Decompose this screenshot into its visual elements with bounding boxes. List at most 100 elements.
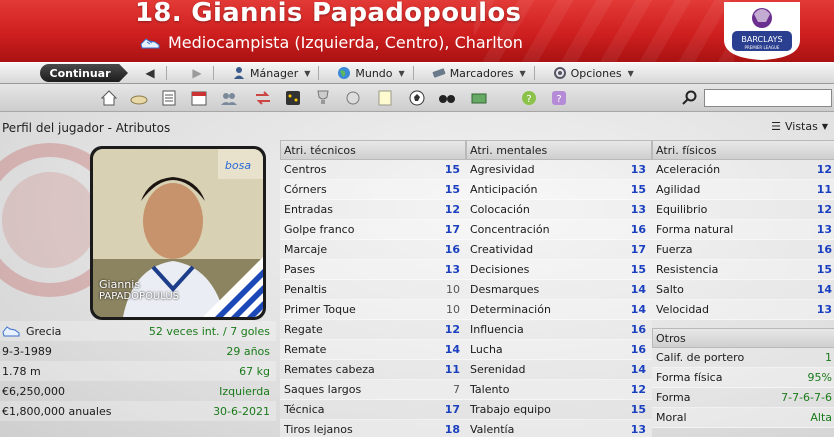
player-summary-panel: bosa Giannis PAPADOPOULUS Grecia 52 vece… (0, 140, 276, 437)
player-photo: bosa Giannis PAPADOPOULUS (93, 149, 263, 317)
finances-icon[interactable] (470, 89, 488, 107)
attribute-row: Primer Toque 10 (280, 300, 466, 320)
wage: €1,800,000 anuales (2, 404, 112, 418)
info-row-body: 1.78 m 67 kg (0, 361, 276, 381)
notes-icon[interactable] (376, 89, 394, 107)
preferred-foot: Izquierda (219, 384, 270, 398)
attribute-row: Concentración 16 (466, 220, 652, 240)
attribute-row: Agresividad 13 (466, 160, 652, 180)
chevron-down-icon: ▼ (821, 122, 828, 131)
attribute-row: Influencia 16 (466, 320, 652, 340)
physical-header: Atri. físicos (652, 140, 834, 160)
inbox-icon[interactable] (130, 89, 148, 107)
menu-options-label: Opciones (570, 66, 622, 80)
attribute-row: Córners 15 (280, 180, 466, 200)
scouting-icon[interactable] (344, 89, 362, 107)
attribute-row: Talento 12 (466, 380, 652, 400)
forward-arrow-icon[interactable]: ▶ (189, 65, 205, 81)
svg-text:bosa: bosa (225, 159, 251, 172)
player-info-list: Grecia 52 veces int. / 7 goles 9-3-1989 … (0, 321, 276, 421)
ball-icon[interactable] (408, 89, 426, 107)
views-icon: ☰ (771, 120, 781, 133)
birth-date: 9-3-1989 (2, 344, 52, 358)
info-row-birth: 9-3-1989 29 años (0, 341, 276, 361)
attribute-row: Velocidad 13 (652, 300, 834, 320)
photo-first-name: Giannis (99, 278, 141, 291)
binoculars-icon[interactable] (438, 89, 456, 107)
attribute-row: Calif. de portero 1 (652, 348, 834, 368)
weight: 67 kg (239, 364, 270, 378)
attribute-row: Forma física 95% (652, 368, 834, 388)
home-icon[interactable] (100, 89, 118, 107)
search-box (680, 89, 834, 107)
transfers-icon[interactable] (254, 89, 272, 107)
attribute-row: Saques largos 7 (280, 380, 466, 400)
attribute-row: Forma natural 13 (652, 220, 834, 240)
options-icon (553, 67, 566, 79)
search-icon[interactable] (682, 90, 698, 106)
greece-flag-stripe (203, 257, 263, 317)
attribute-row: Fuerza 16 (652, 240, 834, 260)
attribute-row: Serenidad 14 (466, 360, 652, 380)
toolbar-divider (318, 66, 320, 80)
info-row-value: €6,250,000 Izquierda (0, 381, 276, 401)
quick-icon-bar: ? ? (0, 84, 834, 112)
menu-world[interactable]: Mundo ▼ (337, 66, 405, 80)
menu-scores-label: Marcadores (449, 66, 514, 80)
manager-icon (234, 67, 244, 79)
player-title: 18. Giannis Papadopoulos (135, 0, 522, 28)
mental-attributes: Atri. mentales Agresividad 13 Anticipació… (466, 140, 652, 437)
contract-end: 30-6-2021 (213, 404, 270, 418)
section-header: Perfil del jugador - Atributos ☰ Vistas … (0, 118, 834, 138)
attribute-row: Lucha 16 (466, 340, 652, 360)
views-dropdown[interactable]: ☰ Vistas ▼ (771, 120, 828, 133)
attribute-row: Decisiones 15 (466, 260, 652, 280)
menu-options[interactable]: Opciones ▼ (553, 66, 634, 80)
staff-icon[interactable] (220, 89, 238, 107)
trophy-icon[interactable] (314, 89, 332, 107)
age: 29 años (226, 344, 270, 358)
toolbar-divider (213, 66, 214, 80)
nationality: Grecia (26, 324, 62, 338)
boot-icon (140, 37, 160, 48)
attribute-row: Golpe franco 17 (280, 220, 466, 240)
attribute-row: Equilibrio 12 (652, 200, 834, 220)
attribute-row: Trabajo equipo 15 (466, 400, 652, 420)
info-icon[interactable]: ? (550, 89, 568, 107)
technical-list: Centros 15 Córners 15 Entradas 12 Golpe fra… (280, 160, 466, 437)
physical-list: Aceleración 12 Agilidad 11 Equilibrio 12 Fo… (652, 160, 834, 320)
mental-list: Agresividad 13 Anticipación 15 Colocación 1… (466, 160, 652, 437)
squad-icon[interactable] (160, 89, 178, 107)
attribute-row: Colocación 13 (466, 200, 652, 220)
globe-icon (338, 67, 351, 79)
attribute-row: Marcaje 16 (280, 240, 466, 260)
back-arrow-icon[interactable]: ◀ (142, 65, 158, 81)
physical-attributes: Atri. físicos Aceleración 12 Agilidad 11 E… (652, 140, 834, 428)
boot-icon (2, 326, 20, 337)
technical-attributes: Atri. técnicos Centros 15 Córners 15 Entra… (280, 140, 466, 437)
info-row-contract: €1,800,000 anuales 30-6-2021 (0, 401, 276, 421)
attribute-row: Determinación 14 (466, 300, 652, 320)
continue-button[interactable]: Continuar (40, 64, 128, 82)
attribute-row: Forma 7-7-6-7-6 (652, 388, 834, 408)
main-toolbar: Continuar ◀ ▶ Mánager ▼ Mundo ▼ Marcadores… (0, 62, 834, 84)
other-list: Calif. de portero 1 Forma física 95% Forma… (652, 348, 834, 428)
menu-manager[interactable]: Mánager ▼ (232, 66, 310, 80)
mental-header: Atri. mentales (466, 140, 652, 160)
calendar-icon[interactable] (190, 89, 208, 107)
menu-scores[interactable]: Marcadores ▼ (432, 66, 526, 80)
attribute-row: Anticipación 15 (466, 180, 652, 200)
international-caps: 52 veces int. / 7 goles (148, 324, 270, 338)
player-photo-card: bosa Giannis PAPADOPOULUS (90, 146, 266, 320)
views-label: Vistas (784, 120, 818, 133)
help-icon[interactable]: ? (520, 89, 538, 107)
search-input[interactable] (704, 89, 832, 107)
section-title: Perfil del jugador - Atributos (2, 121, 171, 135)
attribute-row: Pases 13 (280, 260, 466, 280)
player-position-line: Mediocampista (Izquierda, Centro), Charl… (140, 33, 523, 52)
attribute-row: Valentía 13 (466, 420, 652, 437)
tactics-icon[interactable] (284, 89, 302, 107)
attribute-row: Moral Alta (652, 408, 834, 428)
attribute-row: Técnica 17 (280, 400, 466, 420)
toolbar-divider (412, 66, 414, 80)
